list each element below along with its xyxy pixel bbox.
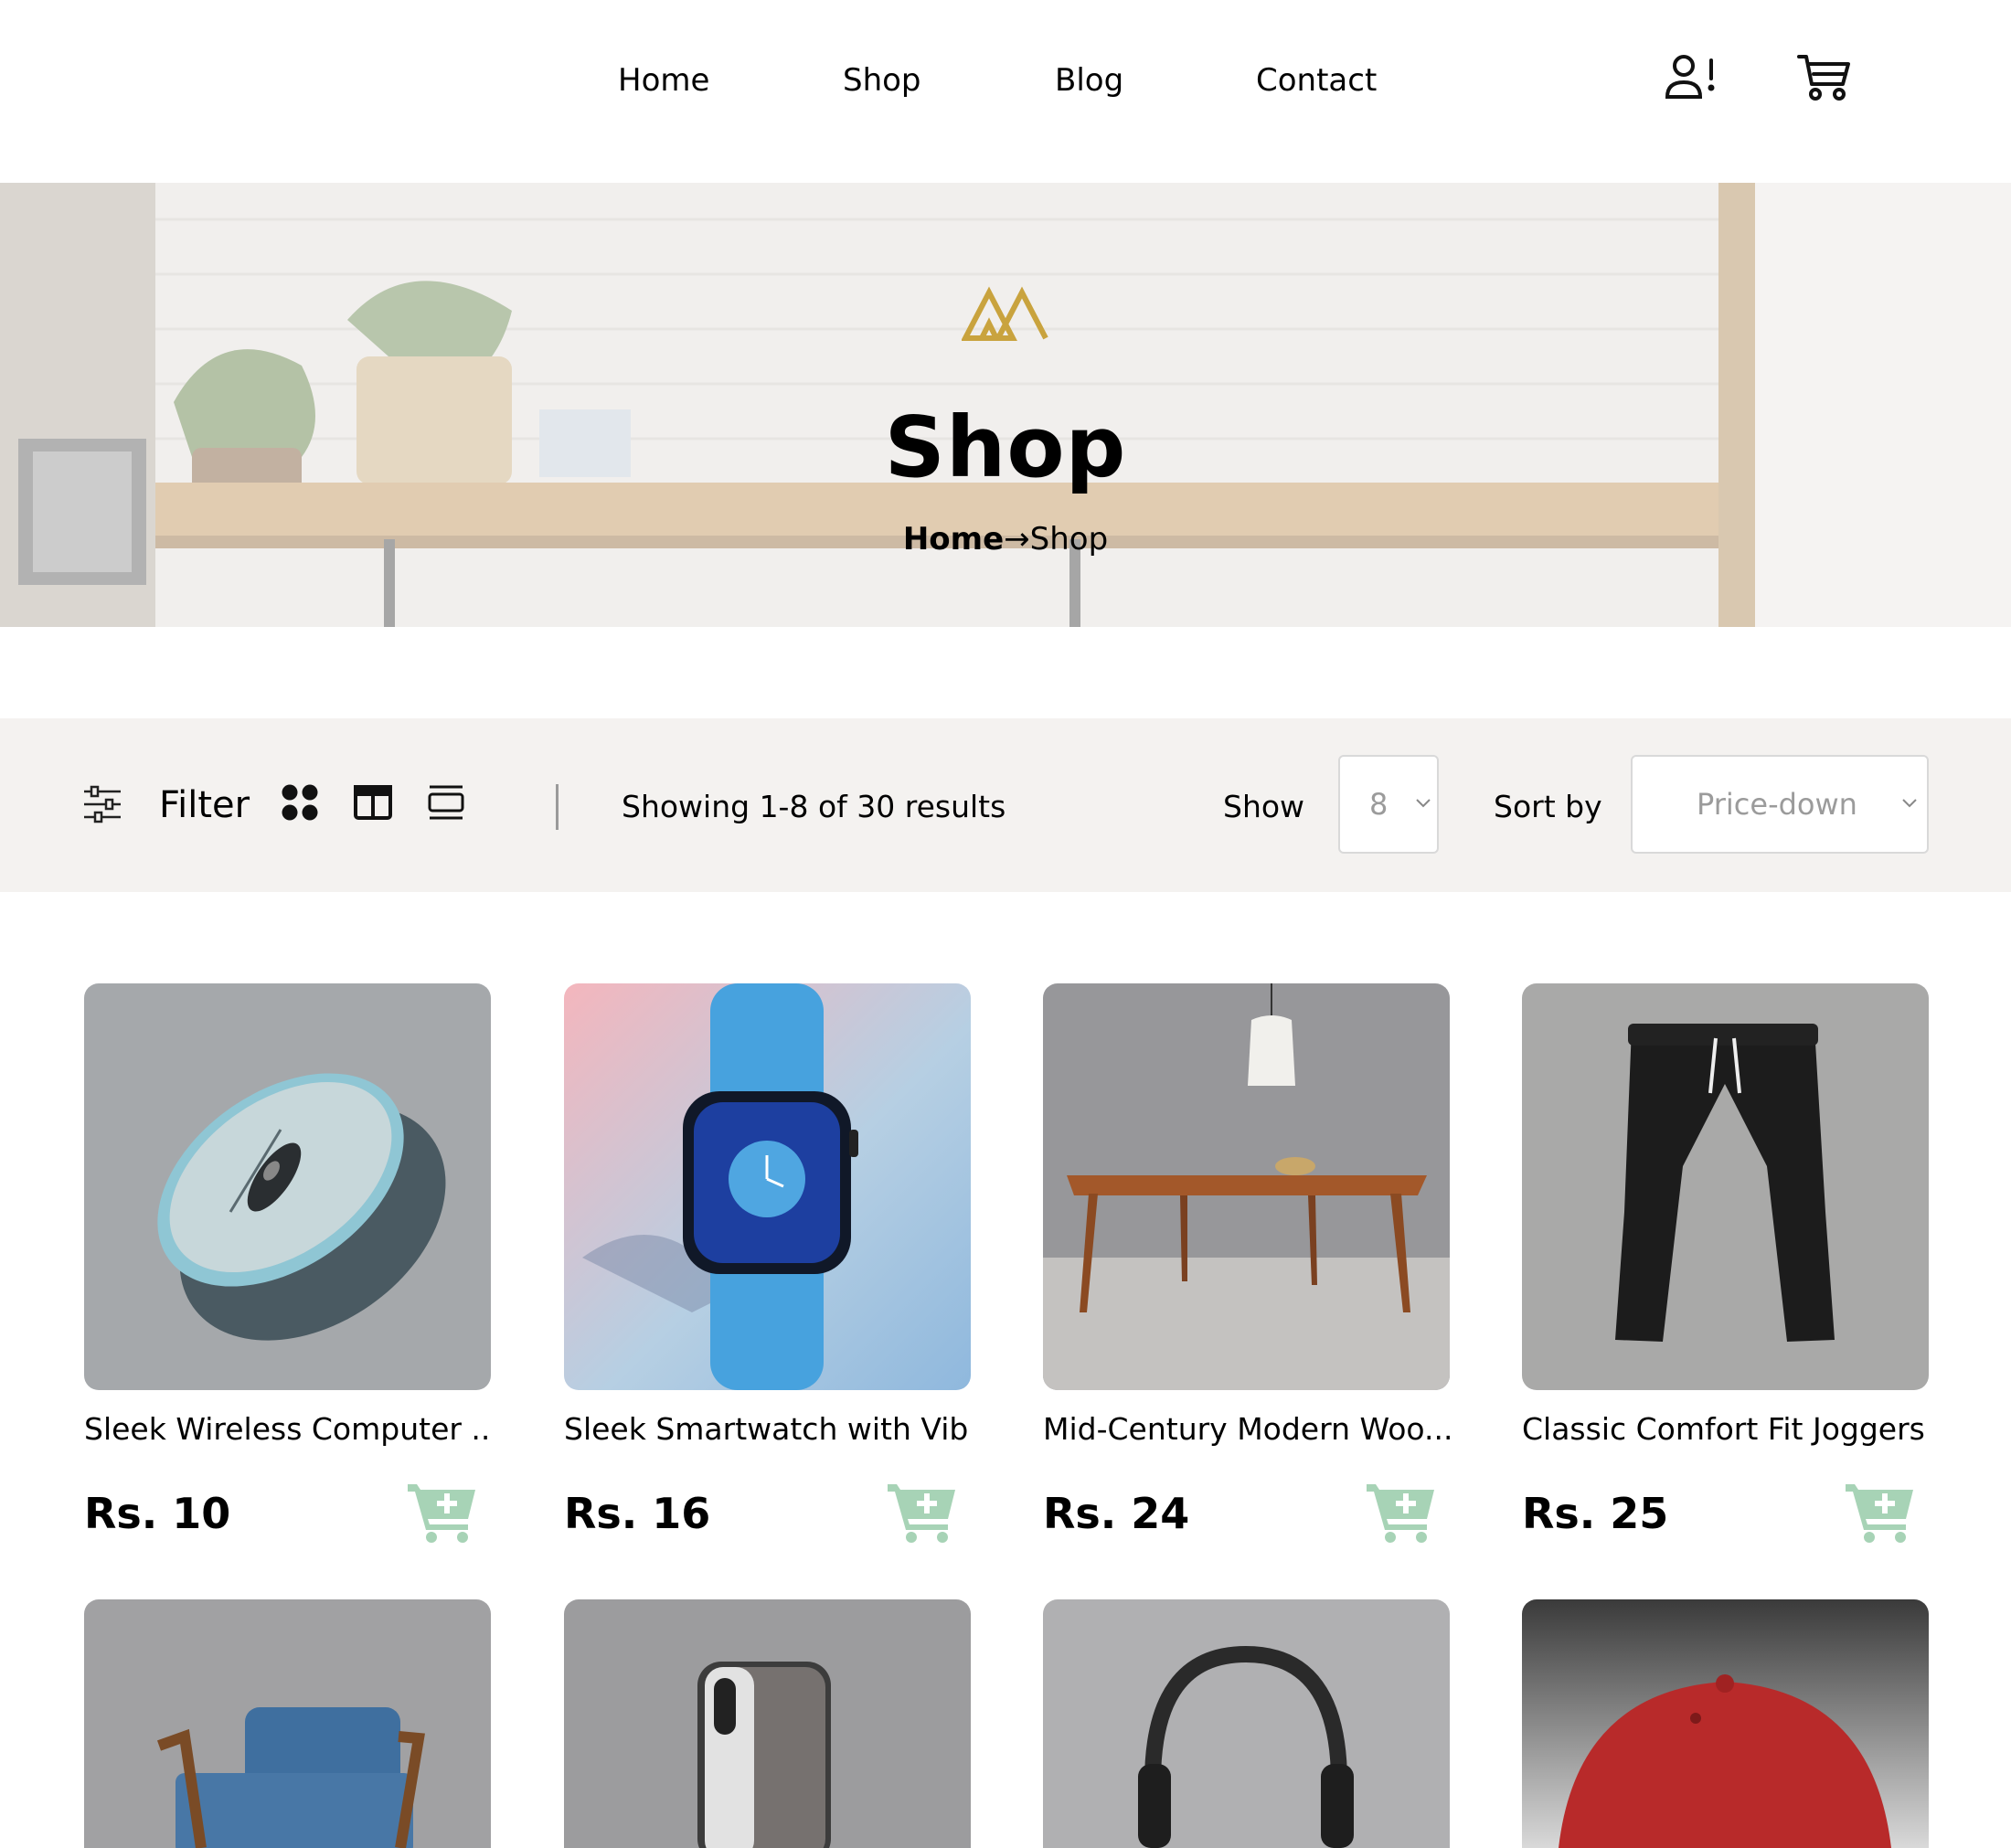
- product-price: Rs. 25: [1522, 1489, 1669, 1538]
- product-image-cap[interactable]: [1522, 1599, 1929, 1848]
- chevron-down-icon: [1902, 799, 1917, 808]
- product-name[interactable]: Classic Comfort Fit Joggers: [1522, 1407, 1929, 1451]
- product-image-phone[interactable]: [564, 1599, 971, 1848]
- product-image-joggers[interactable]: [1522, 983, 1929, 1390]
- two-column-icon[interactable]: [353, 782, 393, 823]
- brand-logo-icon: [961, 285, 1049, 342]
- sort-select[interactable]: Price-down: [1631, 755, 1929, 854]
- nav-link-contact[interactable]: Contact: [1256, 58, 1377, 102]
- product-image-armchair[interactable]: [84, 1599, 491, 1848]
- product-price: Rs. 24: [1043, 1489, 1190, 1538]
- list-view-icon[interactable]: [426, 782, 466, 823]
- breadcrumb: Home→Shop: [0, 517, 2011, 561]
- product-image-headphones[interactable]: [1043, 1599, 1450, 1848]
- product-price: Rs. 16: [564, 1489, 711, 1538]
- cart-icon[interactable]: [1795, 51, 1854, 102]
- filter-bar: Filter Showing 1-8 of 30 results Show 8 …: [0, 718, 2011, 892]
- add-to-cart-icon[interactable]: [408, 1481, 477, 1543]
- sliders-icon[interactable]: [82, 784, 122, 824]
- grid-four-icon[interactable]: [280, 782, 320, 823]
- user-alert-icon[interactable]: [1662, 51, 1720, 102]
- add-to-cart-icon[interactable]: [1846, 1481, 1915, 1543]
- sort-select-value: Price-down: [1697, 787, 1857, 822]
- product-image-smartwatch[interactable]: [564, 983, 971, 1390]
- nav-link-home[interactable]: Home: [618, 58, 709, 102]
- add-to-cart-icon[interactable]: [888, 1481, 957, 1543]
- product-name[interactable]: Sleek Wireless Computer ...: [84, 1407, 491, 1451]
- show-count-select[interactable]: 8: [1338, 755, 1439, 854]
- nav-link-blog[interactable]: Blog: [1055, 58, 1123, 102]
- product-image-mouse[interactable]: [84, 983, 491, 1390]
- page-title: Shop: [884, 398, 1127, 496]
- product-price: Rs. 10: [84, 1489, 231, 1538]
- nav-link-shop[interactable]: Shop: [843, 58, 921, 102]
- breadcrumb-current: Shop: [1029, 521, 1109, 558]
- site-header: Home Shop Blog Contact: [0, 0, 2011, 183]
- breadcrumb-separator: →: [1004, 521, 1030, 558]
- show-label: Show: [1223, 789, 1305, 824]
- product-name[interactable]: Mid-Century Modern Woo...: [1043, 1407, 1450, 1451]
- filter-button[interactable]: Filter: [159, 782, 250, 828]
- sort-label: Sort by: [1494, 789, 1602, 824]
- breadcrumb-home-link[interactable]: Home: [903, 521, 1004, 558]
- toolbar-divider: [556, 784, 559, 830]
- product-image-table[interactable]: [1043, 983, 1450, 1390]
- show-count-value: 8: [1369, 787, 1389, 822]
- add-to-cart-icon[interactable]: [1367, 1481, 1436, 1543]
- chevron-down-icon: [1416, 799, 1431, 808]
- product-name[interactable]: Sleek Smartwatch with Vib...: [564, 1407, 971, 1451]
- results-count: Showing 1-8 of 30 results: [622, 789, 1006, 824]
